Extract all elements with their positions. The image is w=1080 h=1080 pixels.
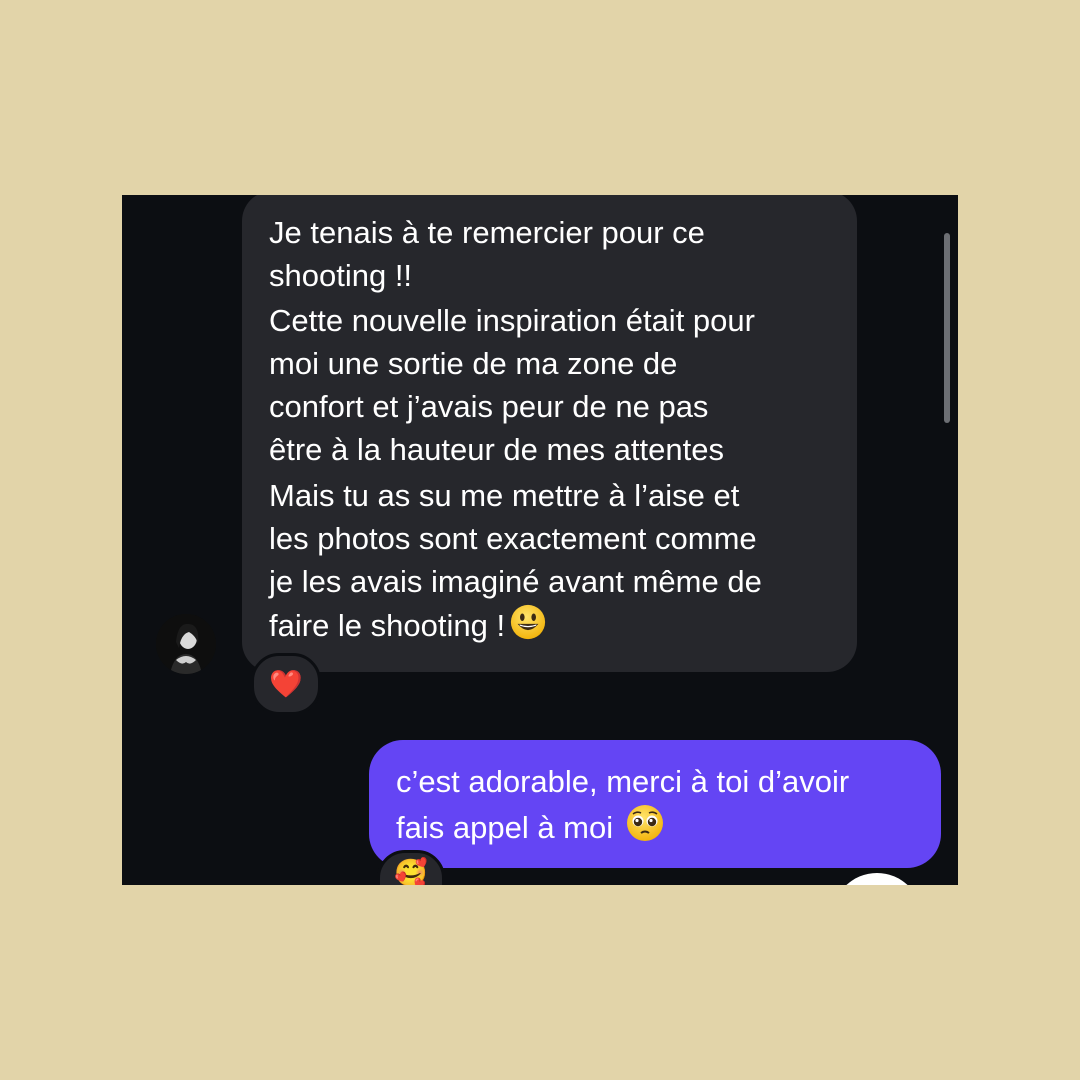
contact-avatar[interactable] [156,614,216,674]
smiling-face-icon [510,604,546,640]
outgoing-message-text-content: c’est adorable, merci à toi d’avoir fais… [396,764,850,845]
smiling-face-with-hearts-icon: 🥰 [394,857,428,886]
heart-reaction[interactable]: ❤️ [251,653,321,715]
pleading-face-icon [627,805,664,841]
message-paragraph-2: Cette nouvelle inspiration était pour mo… [269,303,755,467]
heart-icon: ❤️ [269,668,303,700]
message-paragraph-1: Je tenais à te remercier pour ce shootin… [269,215,705,293]
scrollbar[interactable] [944,233,950,423]
outgoing-message-bubble[interactable]: c’est adorable, merci à toi d’avoir fais… [369,740,941,868]
page-background: Je tenais à te remercier pour ce shootin… [0,0,1080,1080]
message-paragraph-3: Mais tu as su me mettre à l’aise et les … [269,474,762,647]
outgoing-message-text: c’est adorable, merci à toi d’avoir fais… [396,760,849,849]
avatar-photo [156,614,216,674]
chat-screen[interactable]: Je tenais à te remercier pour ce shootin… [122,195,958,885]
incoming-message-bubble[interactable]: Je tenais à te remercier pour ce shootin… [242,195,857,672]
floating-action-button[interactable] [832,873,922,885]
